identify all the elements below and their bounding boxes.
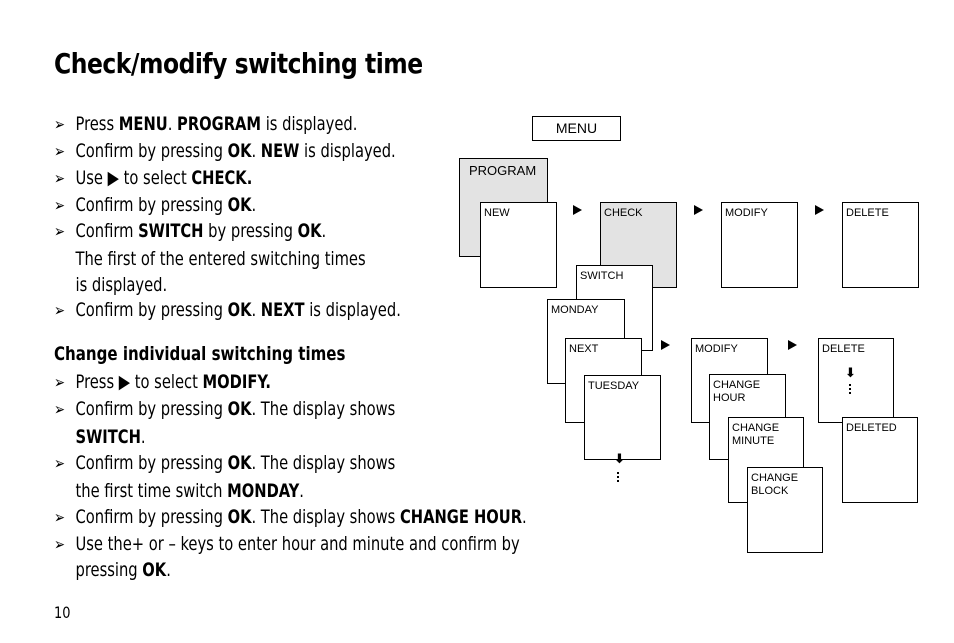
display-delete: DELETE (818, 338, 894, 423)
page-number: 10 (54, 603, 71, 622)
bullet-icon: ➢ (54, 169, 66, 189)
step-8: ➢ Confirm by pressing OK. The display sho… (54, 398, 396, 448)
display-change-block: CHANGE BLOCK (747, 467, 823, 553)
step-9: ➢ Confirm by pressing OK. The display sho… (54, 452, 396, 502)
step-7: ➢ Press ▶ to select MODIFY. (54, 369, 271, 397)
right-arrow-icon (661, 340, 670, 350)
step-6: ➢ Confirm by pressing OK. NEXT is display… (54, 297, 401, 325)
step-4: ➢ Confirm by pressing OK. (54, 192, 256, 220)
bullet-icon: ➢ (54, 115, 66, 135)
bullet-icon: ➢ (54, 454, 66, 474)
step-10: ➢ Confirm by pressing OK. The display sho… (54, 504, 527, 532)
display-deleted: DELETED (842, 417, 918, 503)
bullet-icon: ➢ (54, 535, 66, 555)
step-1: ➢ Press MENU. PROGRAM is displayed. (54, 111, 357, 139)
display-delete-top: DELETE (842, 202, 919, 288)
bullet-icon: ➢ (54, 373, 66, 393)
section-heading: Change individual switching times (54, 343, 346, 365)
page-title: Check/modify switching time (54, 47, 423, 80)
display-new: NEW (480, 202, 557, 288)
step-11: ➢ Use the+ or – keys to enter hour and mi… (54, 533, 520, 581)
bullet-icon: ➢ (54, 301, 66, 321)
bullet-icon: ➢ (54, 222, 66, 242)
bullet-icon: ➢ (54, 196, 66, 216)
step-5: ➢ Confirm SWITCH by pressing OK. The firs… (54, 220, 366, 296)
menu-key: MENU (532, 116, 621, 141)
ellipsis-icon (849, 384, 851, 395)
down-arrow-icon: ⬇ (845, 366, 856, 381)
display-modify-top: MODIFY (721, 202, 798, 288)
bullet-icon: ➢ (54, 400, 66, 420)
display-tuesday: TUESDAY (584, 375, 661, 460)
step-2: ➢ Confirm by pressing OK. NEW is displaye… (54, 138, 396, 166)
right-arrow-icon (573, 205, 582, 215)
step-3: ➢ Use ▶ to select CHECK. (54, 165, 252, 193)
bullet-icon: ➢ (54, 142, 66, 162)
right-arrow-icon (788, 340, 797, 350)
right-arrow-icon (694, 205, 703, 215)
ellipsis-icon (617, 472, 619, 483)
right-arrow-icon (815, 205, 824, 215)
bullet-icon: ➢ (54, 508, 66, 528)
down-arrow-icon: ⬇ (614, 452, 625, 467)
